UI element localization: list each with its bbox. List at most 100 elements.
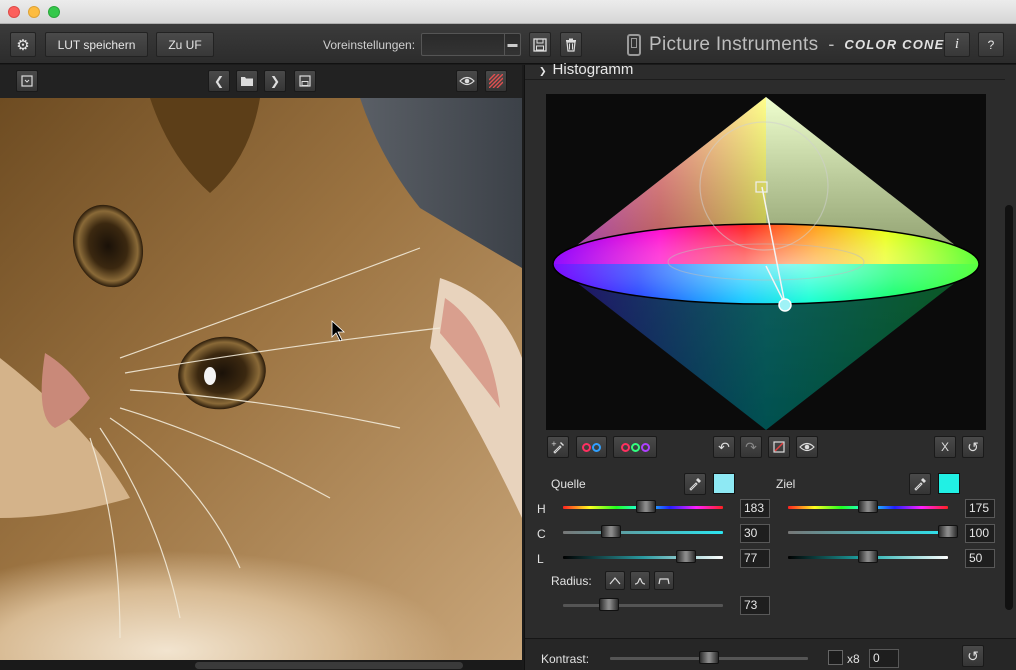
window-title-bar xyxy=(0,0,1016,24)
presets-dropdown[interactable]: ▬ xyxy=(421,33,521,56)
radius-thumb[interactable] xyxy=(599,598,620,611)
save-preset-button[interactable] xyxy=(529,32,551,57)
floppy-icon xyxy=(299,75,311,87)
folder-icon xyxy=(241,77,253,86)
close-label: X xyxy=(940,440,949,454)
chevron-right-icon: ❯ xyxy=(539,66,547,76)
eye-icon xyxy=(799,442,815,452)
previous-image-button[interactable]: ❮ xyxy=(208,70,230,92)
x8-label: x8 xyxy=(847,652,860,666)
brand-logo-area: Picture Instruments - COLOR CONE xyxy=(627,32,945,57)
add-eyedropper-button[interactable]: + xyxy=(547,436,569,458)
bell-curve-icon xyxy=(634,577,646,585)
to-uf-button[interactable]: Zu UF xyxy=(156,32,214,57)
kitten-photo[interactable] xyxy=(0,98,522,660)
image-horizontal-scrollbar[interactable] xyxy=(0,660,522,670)
picture-instruments-logo-icon xyxy=(627,33,641,56)
target-eyedropper-button[interactable] xyxy=(909,473,931,495)
histogram-title: Histogramm xyxy=(552,61,634,78)
eye-icon xyxy=(459,76,475,86)
minimize-window-button[interactable] xyxy=(28,6,40,18)
color-dots-icon xyxy=(582,442,601,452)
load-image-button[interactable] xyxy=(16,70,38,92)
contrast-reset-button[interactable]: ↺ xyxy=(962,645,984,667)
source-hue-value[interactable]: 183 xyxy=(740,499,770,518)
undo-icon: ↶ xyxy=(718,438,730,455)
panel-vertical-scrollbar[interactable] xyxy=(1005,205,1013,610)
source-chroma-slider[interactable] xyxy=(563,531,723,534)
radius-smooth-button[interactable] xyxy=(630,571,650,590)
reset-point-button[interactable] xyxy=(768,436,790,458)
floppy-icon xyxy=(533,37,547,52)
eyedropper-plus-icon: + xyxy=(551,440,564,454)
color-dots-icon xyxy=(620,442,650,452)
contrast-value[interactable]: 0 xyxy=(869,649,899,668)
presets-label: Voreinstellungen: xyxy=(323,38,416,52)
source-lightness-thumb[interactable] xyxy=(676,550,697,563)
trash-icon xyxy=(566,38,576,52)
open-folder-button[interactable] xyxy=(236,70,258,92)
preview-toggle-button[interactable] xyxy=(456,70,478,92)
source-chroma-thumb[interactable] xyxy=(601,525,621,538)
close-point-button[interactable]: X xyxy=(934,436,956,458)
contrast-bar: Kontrast: x8 0 ↺ xyxy=(525,638,1016,670)
x8-checkbox[interactable] xyxy=(828,650,843,665)
redo-button[interactable]: ↷ xyxy=(740,436,762,458)
clear-square-icon xyxy=(773,441,785,453)
settings-button[interactable]: ⚙ xyxy=(10,32,36,57)
product-name: COLOR CONE xyxy=(844,37,945,52)
reset-cone-button[interactable]: ↺ xyxy=(962,436,984,458)
redo-icon: ↷ xyxy=(745,438,757,455)
source-lightness-label: L xyxy=(537,552,544,566)
target-lightness-thumb[interactable] xyxy=(858,550,878,563)
radius-slider[interactable] xyxy=(563,604,723,607)
source-chroma-value[interactable]: 30 xyxy=(740,524,770,543)
target-chroma-value[interactable]: 100 xyxy=(965,524,995,543)
chevron-right-icon: ❯ xyxy=(269,74,281,88)
target-lightness-value[interactable]: 50 xyxy=(965,549,995,568)
save-image-button[interactable] xyxy=(294,70,316,92)
zoom-window-button[interactable] xyxy=(48,6,60,18)
divider xyxy=(525,79,1005,80)
chevron-down-icon: ▬ xyxy=(504,34,520,55)
source-lightness-value[interactable]: 77 xyxy=(740,549,770,568)
brand-name: Picture Instruments xyxy=(649,33,819,55)
radius-sharp-button[interactable] xyxy=(605,571,625,590)
info-button[interactable]: i xyxy=(944,32,970,57)
source-eyedropper-button[interactable] xyxy=(684,473,706,495)
image-preview-panel: ❮ ❯ xyxy=(0,65,522,670)
save-lut-button[interactable]: LUT speichern xyxy=(45,32,148,57)
target-point-marker[interactable] xyxy=(778,298,792,312)
target-chroma-thumb[interactable] xyxy=(938,525,958,538)
target-color-swatch[interactable] xyxy=(938,473,960,494)
triple-color-mode-button[interactable] xyxy=(613,436,657,458)
target-hue-value[interactable]: 175 xyxy=(965,499,995,518)
source-color-swatch[interactable] xyxy=(713,473,735,494)
histogram-section-header[interactable]: ❯ Histogramm xyxy=(539,61,633,78)
delete-preset-button[interactable] xyxy=(560,32,582,57)
source-lightness-slider[interactable] xyxy=(563,556,723,559)
clipping-warning-button[interactable] xyxy=(485,70,507,92)
source-chroma-label: C xyxy=(537,527,546,541)
svg-text:+: + xyxy=(551,440,557,448)
contrast-label: Kontrast: xyxy=(541,652,590,666)
eyedropper-icon xyxy=(689,478,701,491)
save-image-icon xyxy=(21,75,33,87)
undo-button[interactable]: ↶ xyxy=(713,436,735,458)
source-hue-thumb[interactable] xyxy=(636,500,657,513)
next-image-button[interactable]: ❯ xyxy=(264,70,286,92)
target-chroma-slider[interactable] xyxy=(788,531,948,534)
source-hue-label: H xyxy=(537,502,546,516)
close-window-button[interactable] xyxy=(8,6,20,18)
cone-preview-toggle-button[interactable] xyxy=(796,436,818,458)
contrast-thumb[interactable] xyxy=(699,651,719,664)
radius-flat-button[interactable] xyxy=(654,571,674,590)
clipping-stripes-icon xyxy=(489,74,503,88)
brand-separator: - xyxy=(828,34,835,54)
radius-value[interactable]: 73 xyxy=(740,596,770,615)
dual-color-mode-button[interactable] xyxy=(576,436,607,458)
help-button[interactable]: ? xyxy=(978,32,1004,57)
target-hue-thumb[interactable] xyxy=(858,500,878,513)
scrollbar-thumb[interactable] xyxy=(195,662,463,669)
color-cone-view[interactable] xyxy=(546,94,986,430)
